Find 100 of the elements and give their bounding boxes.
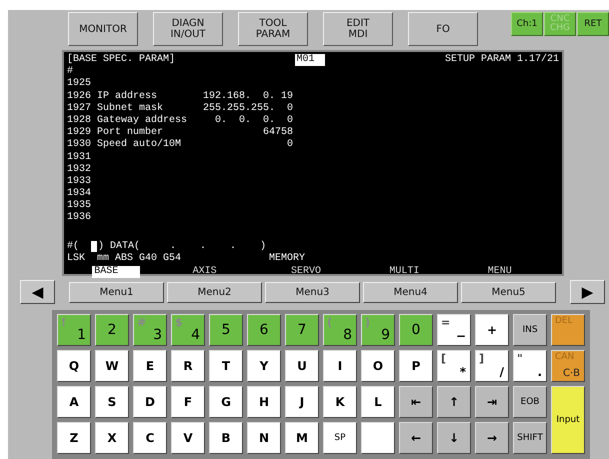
param-name: Subnet mask xyxy=(97,102,164,114)
menu-button[interactable]: Menu3 xyxy=(265,282,360,302)
keypad-key[interactable] xyxy=(361,422,395,454)
param-number: 1929 xyxy=(67,127,92,139)
param-number: 1932 xyxy=(67,164,92,176)
keypad-key[interactable]: S xyxy=(95,386,129,418)
param-number: 1926 xyxy=(67,90,92,103)
keypad-key[interactable]: SP xyxy=(323,422,357,454)
keypad-key[interactable]: INS xyxy=(513,314,547,346)
keypad-key[interactable]: ⇥ xyxy=(475,386,509,418)
keypad-key[interactable]: J xyxy=(285,386,319,418)
function-button[interactable]: FO xyxy=(408,12,478,46)
keypad-key[interactable]: G xyxy=(209,386,243,418)
keypad-key[interactable]: E xyxy=(133,350,167,382)
screen-title: [BASE SPEC. PARAM] xyxy=(67,54,176,66)
keypad-key[interactable]: Q xyxy=(57,350,91,382)
keypad-key[interactable]: CAN C·B xyxy=(551,350,585,382)
keypad-key[interactable]: P xyxy=(399,350,433,382)
param-number: 1933 xyxy=(67,176,92,188)
keypad-key[interactable]: D xyxy=(133,386,167,418)
soft-key-tab[interactable]: BASE xyxy=(92,266,140,278)
keypad-key[interactable]: C xyxy=(133,422,167,454)
page-indicator: SETUP PARAM 1.17/21 xyxy=(444,54,559,66)
input-prefix: #( xyxy=(67,240,80,253)
keypad-key[interactable]: ] / xyxy=(475,350,509,382)
param-value: 64758 xyxy=(262,127,293,140)
keypad-key[interactable]: # 3 xyxy=(133,314,167,346)
keypad-key[interactable]: M xyxy=(285,422,319,454)
function-button[interactable]: MONITOR xyxy=(68,12,138,46)
keypad-key[interactable]: ↑ xyxy=(437,386,471,418)
param-number: 1925 xyxy=(67,78,92,91)
next-menu-button[interactable]: ▶ xyxy=(570,280,605,304)
hash-label: # xyxy=(67,66,74,78)
function-button[interactable]: DIAGN IN/OUT xyxy=(153,12,223,46)
keypad-key[interactable]: N xyxy=(247,422,281,454)
param-name: Speed auto/10M xyxy=(97,139,182,152)
function-button[interactable]: TOOL PARAM xyxy=(238,12,308,46)
param-number: 1934 xyxy=(67,188,92,200)
keypad-key[interactable]: [ * xyxy=(437,350,471,382)
param-name: IP address xyxy=(97,90,158,102)
text-cursor xyxy=(91,240,98,252)
keypad-key[interactable]: ) 9 xyxy=(361,314,395,346)
param-number: 1935 xyxy=(67,200,92,212)
keypad-key[interactable]: L xyxy=(361,386,395,418)
soft-key-tab[interactable]: SERVO xyxy=(288,266,337,278)
keypad-key[interactable]: Input xyxy=(551,386,585,454)
keypad-key[interactable]: O xyxy=(361,350,395,382)
keypad-key[interactable]: A xyxy=(57,386,91,418)
keypad-key[interactable]: EOB xyxy=(513,386,547,418)
keypad-key[interactable]: ⇤ xyxy=(399,386,433,418)
keypad-key[interactable]: W xyxy=(95,350,129,382)
param-value: 192.168. 0. 19 xyxy=(202,90,293,103)
keypad-key[interactable]: → xyxy=(475,422,509,454)
keypad-key[interactable]: K xyxy=(323,386,357,418)
status-button[interactable]: Ch:1 xyxy=(511,12,543,36)
keypad-key[interactable]: U xyxy=(285,350,319,382)
previous-menu-button[interactable]: ◀ xyxy=(20,280,55,304)
keypad-key[interactable]: 0 xyxy=(399,314,433,346)
keypad-key[interactable]: I xyxy=(323,350,357,382)
param-name: Port number xyxy=(97,127,164,138)
memory-status: MEMORY xyxy=(269,252,306,266)
keypad-key[interactable]: Z xyxy=(57,422,91,454)
mode-indicator: M01 xyxy=(295,54,324,66)
keypad-key[interactable]: " . xyxy=(513,350,547,382)
keypad-key[interactable]: $ 4 xyxy=(171,314,205,346)
keypad-key[interactable]: T xyxy=(209,350,243,382)
soft-key-tab[interactable]: MENU xyxy=(486,266,534,278)
keypad-key[interactable]: 7 xyxy=(285,314,319,346)
menu-button[interactable]: Menu4 xyxy=(363,282,458,302)
keypad-key[interactable]: Y xyxy=(247,350,281,382)
keypad-key[interactable]: ↓ xyxy=(437,422,471,454)
data-input-line: ) DATA( . . . ) xyxy=(98,240,266,253)
keypad-key[interactable]: H xyxy=(247,386,281,418)
menu-button[interactable]: Menu2 xyxy=(167,282,262,302)
param-value: 0 xyxy=(286,139,293,152)
keypad-key[interactable]: ( 8 xyxy=(323,314,357,346)
menu-button[interactable]: Menu1 xyxy=(69,282,164,302)
param-value: 255.255.255. 0 xyxy=(202,102,293,115)
keypad-key[interactable]: = − xyxy=(437,314,471,346)
param-number: 1930 xyxy=(67,139,92,152)
keypad-key[interactable]: B xyxy=(209,422,243,454)
menu-button[interactable]: Menu5 xyxy=(461,282,556,302)
function-button[interactable]: EDIT MDI xyxy=(323,12,393,46)
soft-key-tab[interactable]: MULTI xyxy=(387,266,436,278)
keypad-key[interactable]: 6 xyxy=(247,314,281,346)
keypad-key[interactable]: V xyxy=(171,422,205,454)
param-value: 0. 0. 0. 0 xyxy=(214,114,293,127)
keypad-key[interactable]: R xyxy=(171,350,205,382)
param-number: 1931 xyxy=(67,152,92,164)
keypad-key[interactable]: SHIFT xyxy=(513,422,547,454)
status-button[interactable]: RET xyxy=(577,12,609,36)
keypad-key[interactable]: ! 1 xyxy=(57,314,91,346)
keypad-key[interactable]: F xyxy=(171,386,205,418)
keypad-key[interactable]: 5 xyxy=(209,314,243,346)
keypad-key[interactable]: ← xyxy=(399,422,433,454)
keypad-key[interactable]: 2 xyxy=(95,314,129,346)
keypad-key[interactable]: + xyxy=(475,314,509,346)
keypad-key[interactable]: X xyxy=(95,422,129,454)
soft-key-tab[interactable]: AXIS xyxy=(190,266,239,278)
param-name: Gateway address xyxy=(97,114,188,126)
